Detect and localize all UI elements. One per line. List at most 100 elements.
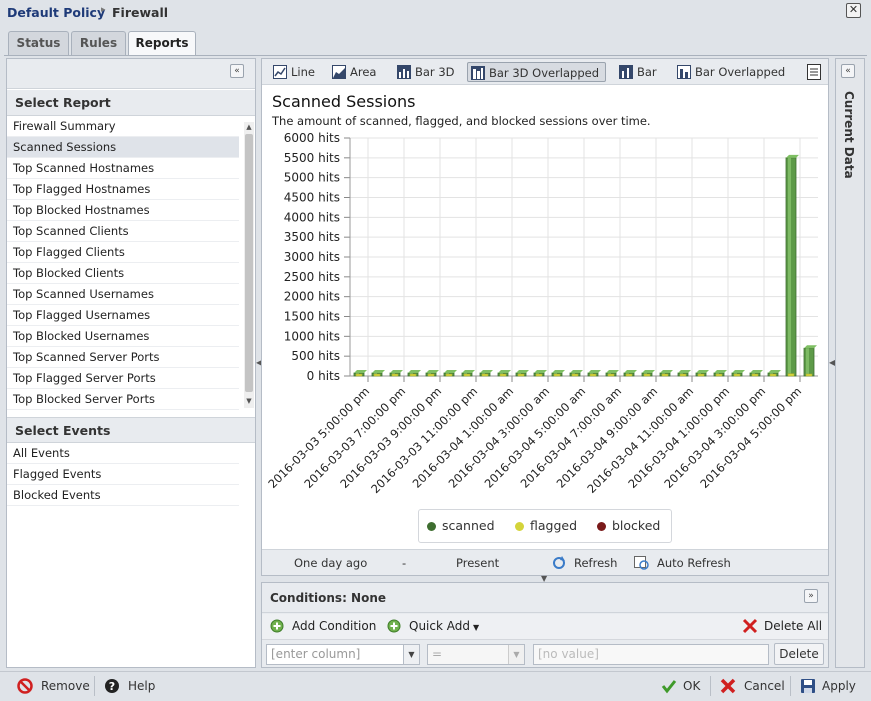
event-item[interactable]: Flagged Events: [7, 464, 239, 485]
legend-blocked[interactable]: blocked: [597, 518, 660, 533]
bar-overlapped-chart-icon: [677, 65, 691, 79]
bar-scanned-top: [588, 370, 601, 373]
bar-flagged: [607, 373, 615, 377]
cancel-button[interactable]: Cancel: [720, 678, 785, 694]
delete-condition-button[interactable]: Delete: [774, 643, 824, 665]
bar-scanned-top: [462, 370, 475, 373]
delete-all-button[interactable]: Delete All: [742, 618, 822, 634]
report-item[interactable]: Top Flagged Usernames: [7, 305, 239, 326]
report-item[interactable]: Top Scanned Usernames: [7, 284, 239, 305]
chart-type-area-button[interactable]: Area: [329, 62, 376, 82]
column-dropdown-icon[interactable]: ▼: [403, 645, 419, 664]
event-list: All Events Flagged Events Blocked Events: [7, 443, 255, 506]
report-item[interactable]: Top Blocked Server Ports: [7, 389, 239, 410]
condition-column-input[interactable]: [enter column] ▼: [266, 644, 420, 665]
bar-flagged: [409, 373, 417, 377]
report-item[interactable]: Top Flagged Clients: [7, 242, 239, 263]
event-item[interactable]: Blocked Events: [7, 485, 239, 506]
scroll-up-icon[interactable]: ▲: [244, 123, 254, 131]
collapse-left-icon[interactable]: «: [230, 64, 244, 78]
chart-type-bar3d-button[interactable]: Bar 3D: [394, 62, 455, 82]
cancel-icon: [720, 678, 736, 694]
select-report-title: Select Report: [7, 90, 255, 116]
report-item[interactable]: Top Blocked Clients: [7, 263, 239, 284]
report-item[interactable]: Top Blocked Hostnames: [7, 200, 239, 221]
select-events-section: Select Events All Events Flagged Events Bl…: [7, 417, 255, 506]
conditions-toolbar: Add Condition Quick Add ▼ Delete All: [262, 614, 828, 640]
bar-scanned-highlight: [806, 348, 809, 376]
remove-icon: [17, 678, 33, 694]
add-condition-button[interactable]: Add Condition: [270, 619, 376, 633]
bar-flagged: [553, 373, 561, 377]
report-item[interactable]: Firewall Summary: [7, 116, 239, 137]
report-item[interactable]: Top Flagged Hostnames: [7, 179, 239, 200]
bar-scanned-top: [426, 370, 439, 373]
breadcrumb-current: Firewall: [112, 5, 169, 20]
add-icon: [270, 619, 284, 633]
export-data-icon[interactable]: [807, 64, 821, 83]
condition-value-input[interactable]: [no value]: [533, 644, 769, 665]
chart-type-bar-button[interactable]: Bar: [616, 62, 657, 82]
bar-flagged: [697, 373, 705, 377]
report-list-scrollbar[interactable]: ▲ ▼: [244, 122, 254, 408]
auto-refresh-button[interactable]: Auto Refresh: [634, 556, 731, 570]
help-icon: ?: [105, 679, 119, 693]
legend-scanned[interactable]: scanned: [427, 518, 495, 533]
event-item[interactable]: All Events: [7, 443, 239, 464]
left-panel-toolbar: «: [7, 59, 255, 89]
quick-add-button[interactable]: Quick Add ▼: [387, 619, 479, 633]
bar-scanned-top: [696, 370, 709, 373]
legend-flagged[interactable]: flagged: [515, 518, 577, 533]
auto-refresh-icon: [634, 556, 649, 570]
ok-button[interactable]: OK: [661, 678, 700, 694]
chart-subtitle: The amount of scanned, flagged, and bloc…: [272, 114, 651, 128]
y-tick-label: 4000 hits: [284, 210, 340, 224]
chart-type-line-button[interactable]: Line: [270, 62, 315, 82]
save-icon: [801, 679, 815, 693]
tab-rules[interactable]: Rules: [71, 31, 126, 55]
tab-reports[interactable]: Reports: [128, 31, 196, 56]
chart-type-bar-overlapped-label: Bar Overlapped: [695, 65, 786, 79]
help-button[interactable]: ? Help: [104, 678, 155, 694]
select-events-title: Select Events: [7, 417, 255, 443]
apply-button[interactable]: Apply: [800, 678, 856, 694]
bar-scanned-top: [552, 370, 565, 373]
breadcrumb-parent[interactable]: Default Policy: [7, 5, 105, 20]
tab-status[interactable]: Status: [8, 31, 69, 55]
bar-flagged: [805, 373, 813, 377]
report-item[interactable]: Scanned Sessions: [7, 137, 239, 158]
expand-current-data-icon[interactable]: «: [841, 64, 855, 78]
report-item[interactable]: Top Scanned Hostnames: [7, 158, 239, 179]
time-to[interactable]: Present: [456, 556, 499, 570]
chart-type-bar3d-label: Bar 3D: [415, 65, 455, 79]
report-item[interactable]: Top Flagged Server Ports: [7, 368, 239, 389]
bar-scanned-top: [660, 370, 673, 373]
bar-scanned-top: [642, 370, 655, 373]
chart-type-bar3d-overlapped-button[interactable]: Bar 3D Overlapped: [467, 62, 607, 82]
bar-flagged: [427, 373, 435, 377]
bar-flagged: [517, 373, 525, 377]
close-icon[interactable]: ✕: [846, 3, 861, 18]
operator-dropdown-icon[interactable]: ▼: [508, 645, 524, 664]
scroll-down-icon[interactable]: ▼: [244, 397, 254, 405]
bar-scanned-top: [768, 370, 781, 373]
condition-operator-select[interactable]: = ▼: [427, 644, 525, 665]
bar-scanned-top: [750, 370, 763, 373]
chart-type-bar-overlapped-button[interactable]: Bar Overlapped: [674, 62, 785, 82]
time-from[interactable]: One day ago: [294, 556, 367, 570]
current-data-panel[interactable]: « Current Data: [835, 58, 865, 668]
report-item[interactable]: Top Scanned Clients: [7, 221, 239, 242]
report-item[interactable]: Top Scanned Server Ports: [7, 347, 239, 368]
bar-scanned-top: [606, 370, 619, 373]
report-item[interactable]: Top Blocked Usernames: [7, 326, 239, 347]
bar-flagged: [787, 373, 795, 377]
collapse-conditions-icon[interactable]: »: [804, 589, 818, 603]
remove-button[interactable]: Remove: [17, 678, 90, 694]
refresh-button[interactable]: Refresh: [552, 556, 617, 570]
bar-scanned-top: [624, 370, 637, 373]
bar-scanned-top: [678, 370, 691, 373]
bar3d-overlapped-chart-icon: [471, 66, 485, 80]
conditions-panel: Conditions: None » Add Condition Quick A…: [261, 582, 829, 668]
conditions-title: Conditions: None: [270, 591, 387, 605]
scroll-thumb[interactable]: [245, 134, 253, 392]
